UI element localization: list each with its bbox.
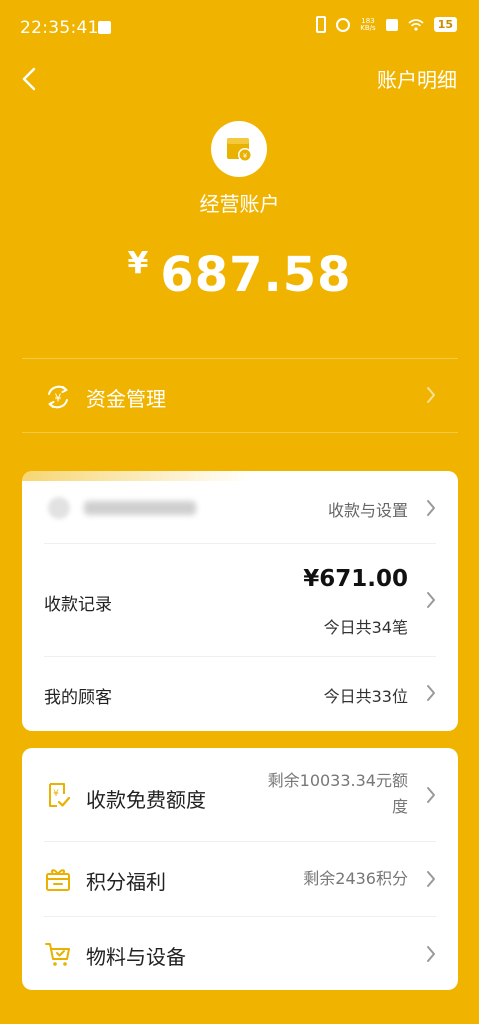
points-benefits-label: 积分福利: [86, 870, 166, 894]
svg-text:¥: ¥: [243, 152, 248, 160]
network-speed-unit: KB/s: [360, 23, 376, 32]
chevron-right-icon: [427, 592, 435, 608]
free-quota-value: 剩余10033.34元额 度: [268, 768, 408, 820]
balance-currency: ¥: [127, 246, 149, 281]
free-quota-row[interactable]: ¥ 收款免费额度 剩余10033.34元额 度: [22, 748, 458, 841]
chevron-right-icon: [427, 787, 435, 803]
collection-card: 收款与设置 收款记录 ¥671.00 今日共34笔 我的顾客 今日共33位: [22, 471, 458, 731]
collection-records-label: 收款记录: [44, 595, 112, 615]
chevron-right-icon: [427, 871, 435, 887]
svg-text:¥: ¥: [53, 789, 59, 799]
collection-records-count: 今日共34笔: [323, 618, 408, 637]
blurred-merchant-name: [84, 501, 196, 515]
blurred-avatar: [48, 497, 70, 519]
free-quota-value-line1: 剩余10033.34元额: [267, 771, 408, 790]
chevron-right-icon: [427, 387, 435, 403]
status-bar: 22:35:41 183 KB/s 15: [0, 0, 479, 58]
collection-records-amount: ¥671.00: [303, 566, 408, 592]
features-card: ¥ 收款免费额度 剩余10033.34元额 度 积分福利 剩余2436积分 物料…: [22, 748, 458, 990]
balance-amount: 687.58: [160, 247, 352, 303]
free-quota-icon: ¥: [49, 783, 71, 807]
cart-icon: [45, 943, 70, 966]
header-glow: [22, 471, 252, 481]
svg-text:¥: ¥: [55, 392, 62, 405]
fund-management-label: 资金管理: [86, 386, 166, 411]
my-customers-label: 我的顾客: [44, 688, 112, 708]
account-balance: ¥687.58: [0, 246, 479, 303]
divider: [22, 358, 458, 359]
collection-settings-label: 收款与设置: [327, 501, 408, 520]
sim-icon: [385, 18, 398, 31]
gift-icon: [46, 869, 70, 891]
account-page: 22:35:41 183 KB/s 15 账户明细 ¥ 经营账户 ¥ 687.5…: [0, 0, 479, 1024]
free-quota-value-line2: 度: [391, 797, 408, 816]
wifi-icon: [408, 18, 424, 31]
back-button[interactable]: [14, 62, 44, 96]
free-quota-label: 收款免费额度: [86, 788, 206, 812]
collection-records-row[interactable]: 收款记录 ¥671.00 今日共34笔: [22, 544, 458, 656]
notification-app-icon: [98, 21, 111, 34]
points-benefits-row[interactable]: 积分福利 剩余2436积分: [22, 842, 458, 916]
chevron-right-icon: [427, 685, 435, 701]
chevron-left-icon: [22, 67, 36, 91]
status-time: 22:35:41: [20, 18, 99, 38]
account-title: 经营账户: [199, 192, 280, 216]
my-customers-count: 今日共33位: [323, 687, 408, 706]
collection-settings-row[interactable]: 收款与设置: [22, 471, 458, 543]
network-speed: 183 KB/s: [360, 17, 376, 32]
status-indicators: 183 KB/s 15: [316, 16, 457, 33]
alarm-icon: [336, 17, 351, 32]
account-detail-link[interactable]: 账户明细: [377, 64, 457, 93]
fund-management-row[interactable]: ¥ 资金管理: [22, 362, 458, 432]
phone-icon: [316, 16, 327, 33]
chevron-right-icon: [427, 946, 435, 962]
battery-indicator: 15: [433, 17, 457, 32]
fund-management-icon: ¥: [48, 385, 68, 409]
materials-devices-row[interactable]: 物料与设备: [22, 917, 458, 990]
chevron-right-icon: [427, 500, 435, 516]
account-store-icon: ¥: [211, 121, 267, 177]
materials-devices-label: 物料与设备: [86, 945, 186, 969]
divider: [22, 432, 458, 433]
points-benefits-value: 剩余2436积分: [303, 869, 408, 888]
my-customers-row[interactable]: 我的顾客 今日共33位: [22, 657, 458, 731]
